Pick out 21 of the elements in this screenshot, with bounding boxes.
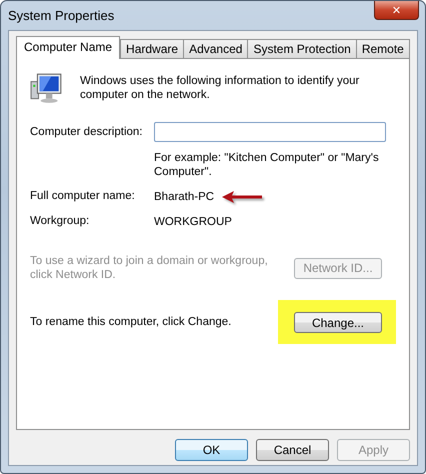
info-label: Full computer name: — [30, 190, 136, 204]
action-button[interactable]: Change... — [294, 312, 382, 333]
hint-text: For example: "Kitchen Computer" or "Mary's Computer". — [154, 151, 380, 179]
info-label: Workgroup: — [30, 215, 90, 229]
tab[interactable]: Computer Name — [16, 36, 120, 59]
tab[interactable]: System Protection — [247, 39, 357, 58]
window-title: System Properties — [8, 8, 114, 23]
field-label: Computer description: — [30, 126, 144, 138]
info-value: Bharath-PC — [154, 191, 214, 203]
description-field[interactable] — [154, 122, 386, 142]
dialog-button[interactable]: OK — [175, 439, 248, 461]
tab[interactable]: Remote — [356, 39, 410, 58]
instruction-text: To rename this computer, click Change. — [30, 315, 232, 329]
info-value: WORKGROUP — [154, 216, 232, 228]
close-button[interactable]: ✕ — [374, 1, 419, 20]
instruction-text: To use a wizard to join a domain or workgroup, click Network ID. — [30, 254, 269, 282]
tab[interactable]: Advanced — [183, 39, 248, 58]
computer-icon — [30, 71, 64, 105]
tab[interactable]: Hardware — [120, 39, 184, 58]
dialog-button[interactable]: Cancel — [256, 439, 329, 461]
intro-text: Windows uses the following information to identify your computer on the network. — [80, 74, 360, 103]
